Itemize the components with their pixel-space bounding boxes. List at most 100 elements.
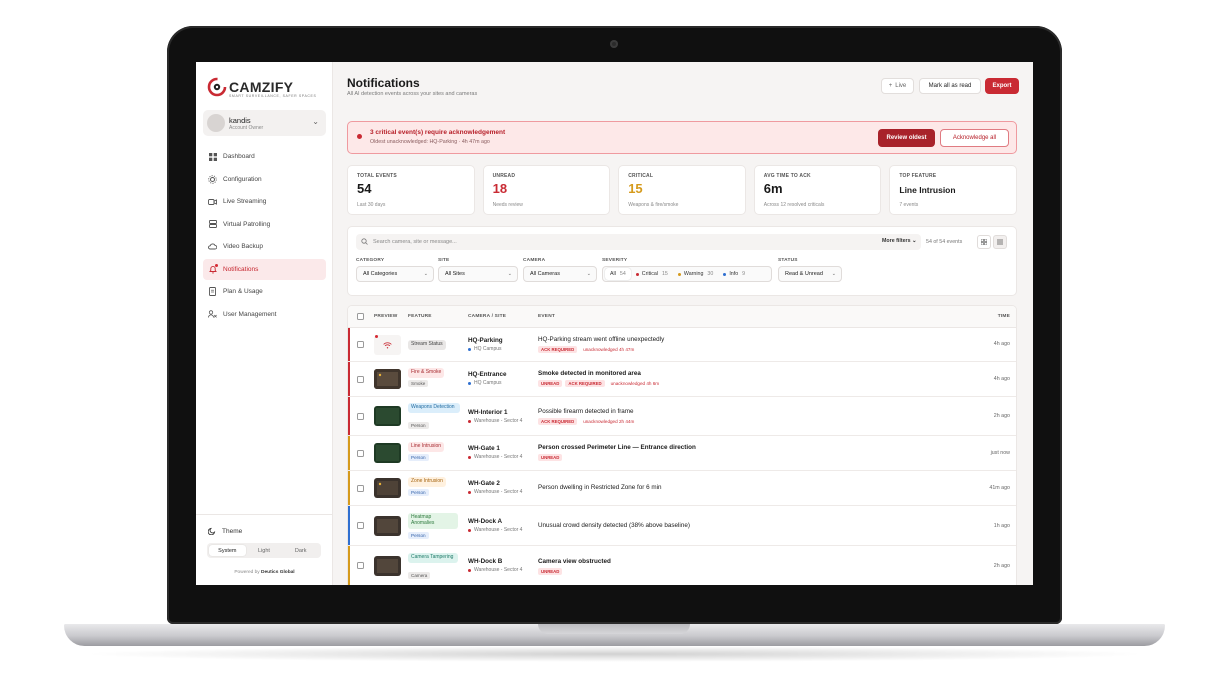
live-dot-icon xyxy=(375,335,378,338)
camera-select[interactable]: All Cameras ⌄ xyxy=(523,266,597,282)
table-row[interactable]: Camera Tampering Camera WH-Dock B Wareho… xyxy=(348,546,1016,585)
row-checkbox[interactable] xyxy=(357,450,364,457)
category-value: All Categories xyxy=(363,271,398,277)
category-select[interactable]: All Categories ⌄ xyxy=(356,266,434,282)
site-value: All Sites xyxy=(445,271,465,277)
sidebar-item-user-management[interactable]: User Management xyxy=(203,304,326,325)
camera-name[interactable]: WH-Dock A xyxy=(468,518,502,525)
preview-thumbnail[interactable] xyxy=(374,406,401,426)
sidebar-item-notifications[interactable]: Notifications xyxy=(203,258,326,280)
search-icon xyxy=(361,238,368,245)
severity-bar xyxy=(348,397,350,435)
brand-logo[interactable]: CAMZIFY SMART SURVEILLANCE, SAFER SPACES xyxy=(207,77,316,101)
table-row[interactable]: Weapons Detection Person WH-Interior 1 W… xyxy=(348,397,1016,436)
camera-name[interactable]: HQ-Parking xyxy=(468,337,503,344)
alert-dot-icon xyxy=(357,134,362,139)
row-checkbox[interactable] xyxy=(357,522,364,529)
camera-site: HQ Campus xyxy=(468,380,502,386)
theme-heading: Theme xyxy=(208,527,242,535)
row-checkbox[interactable] xyxy=(357,562,364,569)
user-name: kandis xyxy=(229,116,251,125)
event-time: 4h ago xyxy=(993,341,1010,347)
account-switcher[interactable]: kandis Account Owner ⌄ xyxy=(203,110,326,136)
severity-option-label: Info xyxy=(729,271,739,277)
site-select[interactable]: All Sites ⌄ xyxy=(438,266,518,282)
unacknowledged-note: unacknowledged 4h 47m xyxy=(583,347,635,352)
mark-all-read-button[interactable]: Mark all as read xyxy=(919,78,981,94)
severity-critical[interactable]: Critical 15 xyxy=(631,268,673,280)
table-row[interactable]: Heatmap Anomalies Person WH-Dock A Wareh… xyxy=(348,506,1016,546)
kpi-total-events: TOTAL EVENTS 54 Last 30 days xyxy=(347,165,475,215)
grid-view-button[interactable] xyxy=(977,235,991,249)
feature-subtype: Camera xyxy=(408,572,431,579)
preview-thumbnail[interactable] xyxy=(374,516,401,536)
gear-icon xyxy=(208,174,217,184)
kpi-value: 18 xyxy=(492,181,508,196)
camera-name[interactable]: WH-Dock B xyxy=(468,558,502,565)
more-filters-button[interactable]: More filters ⌄ xyxy=(882,238,917,244)
camera-name[interactable]: WH-Interior 1 xyxy=(468,409,508,416)
row-checkbox[interactable] xyxy=(357,485,364,492)
severity-warning[interactable]: Warning 30 xyxy=(673,268,718,280)
live-toggle-button[interactable]: + Live xyxy=(881,78,914,94)
unread-tag: UNREAD xyxy=(538,454,563,461)
list-view-button[interactable] xyxy=(993,235,1007,249)
severity-bar xyxy=(348,546,350,585)
moon-icon xyxy=(208,527,216,535)
alert-title: 3 critical event(s) require acknowledgem… xyxy=(370,129,506,136)
preview-thumbnail[interactable] xyxy=(374,478,401,498)
table-row[interactable]: Line Intrusion Person WH-Gate 1 Warehous… xyxy=(348,436,1016,471)
preview-thumbnail[interactable] xyxy=(374,443,401,463)
chevron-down-icon: ⌄ xyxy=(312,117,319,126)
powered-by-company[interactable]: Deutics Global xyxy=(261,570,295,575)
camera-name[interactable]: WH-Gate 2 xyxy=(468,480,500,487)
export-button[interactable]: Export xyxy=(985,78,1019,94)
table-row[interactable]: Stream Status HQ-Parking HQ Campus HQ-Pa… xyxy=(348,328,1016,362)
sidebar-footer: Theme System Light Dark Powered by Deuti… xyxy=(196,514,333,575)
preview-thumbnail[interactable] xyxy=(374,369,401,389)
sidebar-item-video-backup[interactable]: Video Backup xyxy=(203,236,326,257)
camera-name[interactable]: HQ-Entrance xyxy=(468,371,507,378)
sidebar-item-dashboard[interactable]: Dashboard xyxy=(203,146,326,167)
table-row[interactable]: Fire & Smoke Smoke HQ-Entrance HQ Campus… xyxy=(348,362,1016,397)
review-oldest-button[interactable]: Review oldest xyxy=(878,129,935,147)
preview-thumbnail[interactable] xyxy=(374,335,401,355)
kpi-value: Line Intrusion xyxy=(899,185,956,195)
sidebar-item-configuration[interactable]: Configuration xyxy=(203,169,326,190)
theme-option-dark[interactable]: Dark xyxy=(282,545,319,556)
row-checkbox[interactable] xyxy=(357,376,364,383)
preview-thumbnail[interactable] xyxy=(374,556,401,576)
search-input[interactable]: Search camera, site or message... xyxy=(373,239,457,245)
camera-value: All Cameras xyxy=(530,271,560,277)
kpi-unread: UNREAD 18 Needs review xyxy=(482,165,611,215)
page-subtitle: All AI detection events across your site… xyxy=(347,91,478,97)
select-all-checkbox[interactable] xyxy=(357,313,364,320)
kpi-note: Across 12 resolved criticals xyxy=(763,202,825,208)
status-select[interactable]: Read & Unread ⌄ xyxy=(778,266,842,282)
table-row[interactable]: Zone Intrusion Person WH-Gate 2 Warehous… xyxy=(348,471,1016,506)
ack-required-tag: ACK REQUIRED xyxy=(538,346,578,353)
kpi-label: CRITICAL xyxy=(628,173,654,179)
sidebar-item-plan-usage[interactable]: Plan & Usage xyxy=(203,281,326,302)
theme-switcher: System Light Dark xyxy=(207,543,321,558)
brand-tagline: SMART SURVEILLANCE, SAFER SPACES xyxy=(229,94,317,98)
camera-name[interactable]: WH-Gate 1 xyxy=(468,445,500,452)
kpi-avg-time-to-ack: AVG TIME TO ACK 6m Across 12 resolved cr… xyxy=(753,165,882,215)
search-box[interactable]: Search camera, site or message... More f… xyxy=(356,234,921,250)
severity-all[interactable]: All 54 xyxy=(605,268,631,280)
theme-option-system[interactable]: System xyxy=(209,545,246,556)
unacknowledged-note: unacknowledged 4h 6m xyxy=(610,381,660,386)
row-checkbox[interactable] xyxy=(357,413,364,420)
row-checkbox[interactable] xyxy=(357,341,364,348)
sidebar-item-live-streaming[interactable]: Live Streaming xyxy=(203,191,326,212)
kpi-label: UNREAD xyxy=(492,173,516,179)
events-table: PREVIEW FEATURE CAMERA / SITE EVENT TIME… xyxy=(347,305,1017,585)
severity-info[interactable]: Info 9 xyxy=(718,268,750,280)
theme-option-light[interactable]: Light xyxy=(246,545,283,556)
kpi-value: 54 xyxy=(357,181,372,196)
acknowledge-all-button[interactable]: Acknowledge all xyxy=(940,129,1009,147)
feature-subtype: Person xyxy=(408,422,429,429)
info-dot-icon xyxy=(723,272,727,276)
sidebar-item-virtual-patrolling[interactable]: Virtual Patrolling xyxy=(203,214,326,235)
server-icon xyxy=(208,220,217,229)
